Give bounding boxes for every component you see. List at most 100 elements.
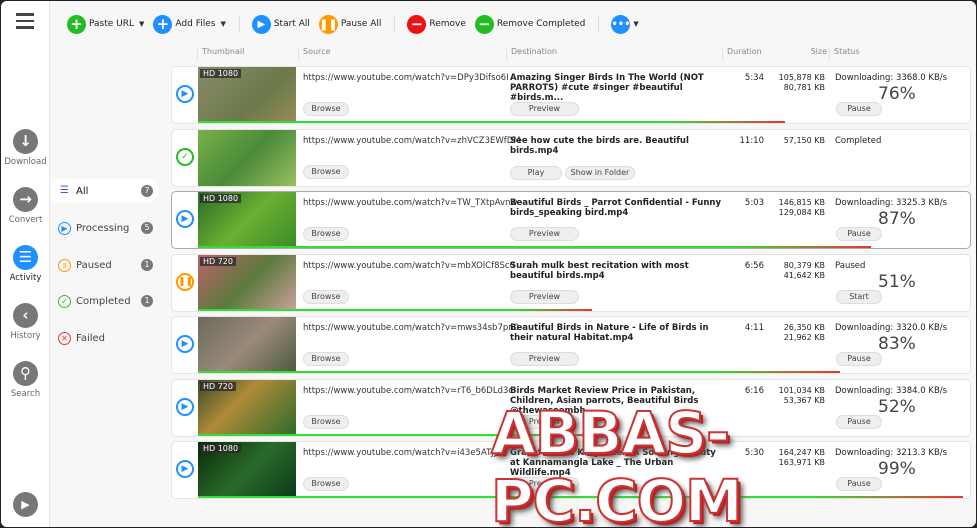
pause-button[interactable]: Pause <box>836 227 882 241</box>
play-icon[interactable]: ▶ <box>176 335 194 353</box>
preview-button[interactable]: Preview <box>510 227 579 241</box>
browse-button[interactable]: Browse <box>303 289 349 304</box>
filter-failed[interactable]: ✕ Failed <box>51 326 159 350</box>
download-row[interactable]: ❚❚ HD 720 https://www.youtube.com/watch?v… <box>171 253 971 312</box>
play-icon: ▶ <box>58 221 71 235</box>
destination-filename: Beautiful Birds _ Parrot Confidential - … <box>510 198 721 218</box>
browse-button[interactable]: Browse <box>303 164 349 179</box>
download-row[interactable]: ▶ https://www.youtube.com/watch?v=mws34s… <box>171 316 971 374</box>
download-row[interactable]: ▶ HD 1080 https://www.youtube.com/watch?v… <box>171 66 971 124</box>
play-icon[interactable]: ▶ <box>176 460 194 478</box>
download-row[interactable]: ▶ HD 1080 https://www.youtube.com/watch?v… <box>171 441 971 499</box>
chevron-down-icon[interactable]: ▼ <box>220 20 225 28</box>
show-in-folder-button[interactable]: Show in Folder <box>565 165 635 180</box>
destination-filename: Birds Market Review Price in Pakistan, C… <box>510 385 699 416</box>
size-total: 101,034 KB <box>778 385 825 395</box>
nav-history[interactable]: ‹ History <box>1 303 50 341</box>
remove-button[interactable]: − Remove <box>407 14 466 34</box>
plus-icon: + <box>67 14 86 34</box>
preview-button[interactable]: Preview <box>510 289 579 304</box>
status-text: Completed <box>835 135 882 146</box>
progress-bar <box>198 121 786 123</box>
status-text: Downloading: 3320.0 KB/s <box>835 323 948 333</box>
size-total: 146,815 KB <box>778 198 825 207</box>
browse-button[interactable]: Browse <box>303 352 349 366</box>
browse-button[interactable]: Browse <box>303 414 349 429</box>
more-icon: ••• <box>611 14 631 34</box>
play-button[interactable]: ▶ <box>1 492 50 520</box>
size-total: 164,247 KB <box>778 448 825 457</box>
play-icon: ▶ <box>13 492 38 517</box>
source-url: https://www.youtube.com/watch?v=mbXOlCf8… <box>303 260 515 271</box>
remove-completed-button[interactable]: − Remove Completed <box>474 14 585 34</box>
quality-badge: HD 720 <box>200 381 236 391</box>
start-all-button[interactable]: ▶ Start All <box>251 14 310 34</box>
quality-badge: HD 1080 <box>200 194 242 203</box>
filter-all[interactable]: ☰ All 7 <box>51 179 159 203</box>
play-button[interactable]: Play <box>510 165 562 180</box>
col-size[interactable]: Size <box>769 47 827 61</box>
col-status[interactable]: Status <box>829 47 860 61</box>
pause-button[interactable]: Pause <box>836 414 882 429</box>
size-downloaded: 129,084 KB <box>778 208 825 217</box>
pause-button[interactable]: Pause <box>836 102 882 116</box>
add-files-button[interactable]: + Add Files ▼ <box>153 14 226 34</box>
preview-button[interactable]: Preview <box>510 414 579 429</box>
browse-button[interactable]: Browse <box>303 102 349 116</box>
video-thumbnail: HD 720 <box>198 254 296 311</box>
filter-completed[interactable]: ✓ Completed 1 <box>51 289 159 313</box>
preview-button[interactable]: Preview <box>510 477 579 491</box>
download-row[interactable]: ✓ https://www.youtube.com/watch?v=zhVCZ3… <box>171 128 971 187</box>
pause-icon: ॥ <box>58 258 71 272</box>
x-icon: ✕ <box>58 331 71 345</box>
play-icon[interactable]: ▶ <box>176 85 194 103</box>
browse-button[interactable]: Browse <box>303 227 349 241</box>
col-source[interactable]: Source <box>298 47 330 61</box>
preview-button[interactable]: Preview <box>510 352 579 366</box>
filter-paused[interactable]: ॥ Paused 1 <box>51 253 159 277</box>
duration: 11:10 <box>739 135 765 146</box>
size: 26,350 KB 21,962 KB <box>767 323 825 343</box>
size-total: 80,379 KB <box>783 260 825 270</box>
preview-button[interactable]: Preview <box>510 102 579 116</box>
percent-text: 52% <box>878 396 916 417</box>
app-window: ↓ Download → Convert ☰ Activity ‹ History ⚲ S… <box>1 1 976 527</box>
video-thumbnail <box>198 129 296 186</box>
play-icon[interactable]: ▶ <box>176 397 194 416</box>
status-text: Downloading: 3368.0 KB/s <box>835 73 948 83</box>
size: 164,247 KB 163,971 KB <box>767 448 825 468</box>
play-icon[interactable]: ▶ <box>176 210 194 228</box>
main-nav: ↓ Download → Convert ☰ Activity ‹ History ⚲ S… <box>1 1 50 527</box>
video-thumbnail: HD 1080 <box>198 67 296 123</box>
paste-url-button[interactable]: + Paste URL ▼ <box>67 14 144 34</box>
size-downloaded: 41,642 KB <box>783 270 825 280</box>
divider <box>238 15 240 33</box>
download-row[interactable]: ▶ HD 1080 https://www.youtube.com/watch?v… <box>171 191 971 249</box>
col-duration[interactable]: Duration <box>722 47 762 61</box>
start-button[interactable]: Start <box>836 289 882 304</box>
pause-button[interactable]: Pause <box>836 352 882 366</box>
col-destination[interactable]: Destination <box>506 47 557 61</box>
pause-button[interactable]: Pause <box>836 477 882 491</box>
chevron-down-icon: ▼ <box>633 20 639 28</box>
size-total: 26,350 KB <box>783 323 825 332</box>
nav-search[interactable]: ⚲ Search <box>1 361 50 399</box>
browse-button[interactable]: Browse <box>303 477 349 491</box>
pause-icon[interactable]: ❚❚ <box>176 272 194 291</box>
nav-download[interactable]: ↓ Download <box>1 129 50 167</box>
destination-filename: Amazing Singer Birds In The World (NOT P… <box>510 73 704 103</box>
divider <box>394 15 396 33</box>
size-total: 105,878 KB <box>778 73 825 82</box>
filter-processing[interactable]: ▶ Processing 5 <box>51 216 159 240</box>
nav-convert[interactable]: → Convert <box>1 187 50 225</box>
chevron-down-icon[interactable]: ▼ <box>139 20 144 28</box>
column-header: Thumbnail Source Destination Duration Si… <box>197 47 976 61</box>
col-thumbnail[interactable]: Thumbnail <box>197 47 244 61</box>
more-button[interactable]: ••• ▼ <box>611 14 639 34</box>
download-row[interactable]: ▶ HD 720 https://www.youtube.com/watch?v=… <box>171 378 971 437</box>
hamburger-menu-icon[interactable] <box>16 13 34 29</box>
toolbar: + Paste URL ▼ + Add Files ▼ ▶ Start All ❚❚ Pau… <box>67 13 648 35</box>
pause-all-button[interactable]: ❚❚ Pause All <box>318 14 381 34</box>
size: 105,878 KB 80,781 KB <box>767 73 825 93</box>
nav-activity[interactable]: ☰ Activity <box>1 245 50 283</box>
